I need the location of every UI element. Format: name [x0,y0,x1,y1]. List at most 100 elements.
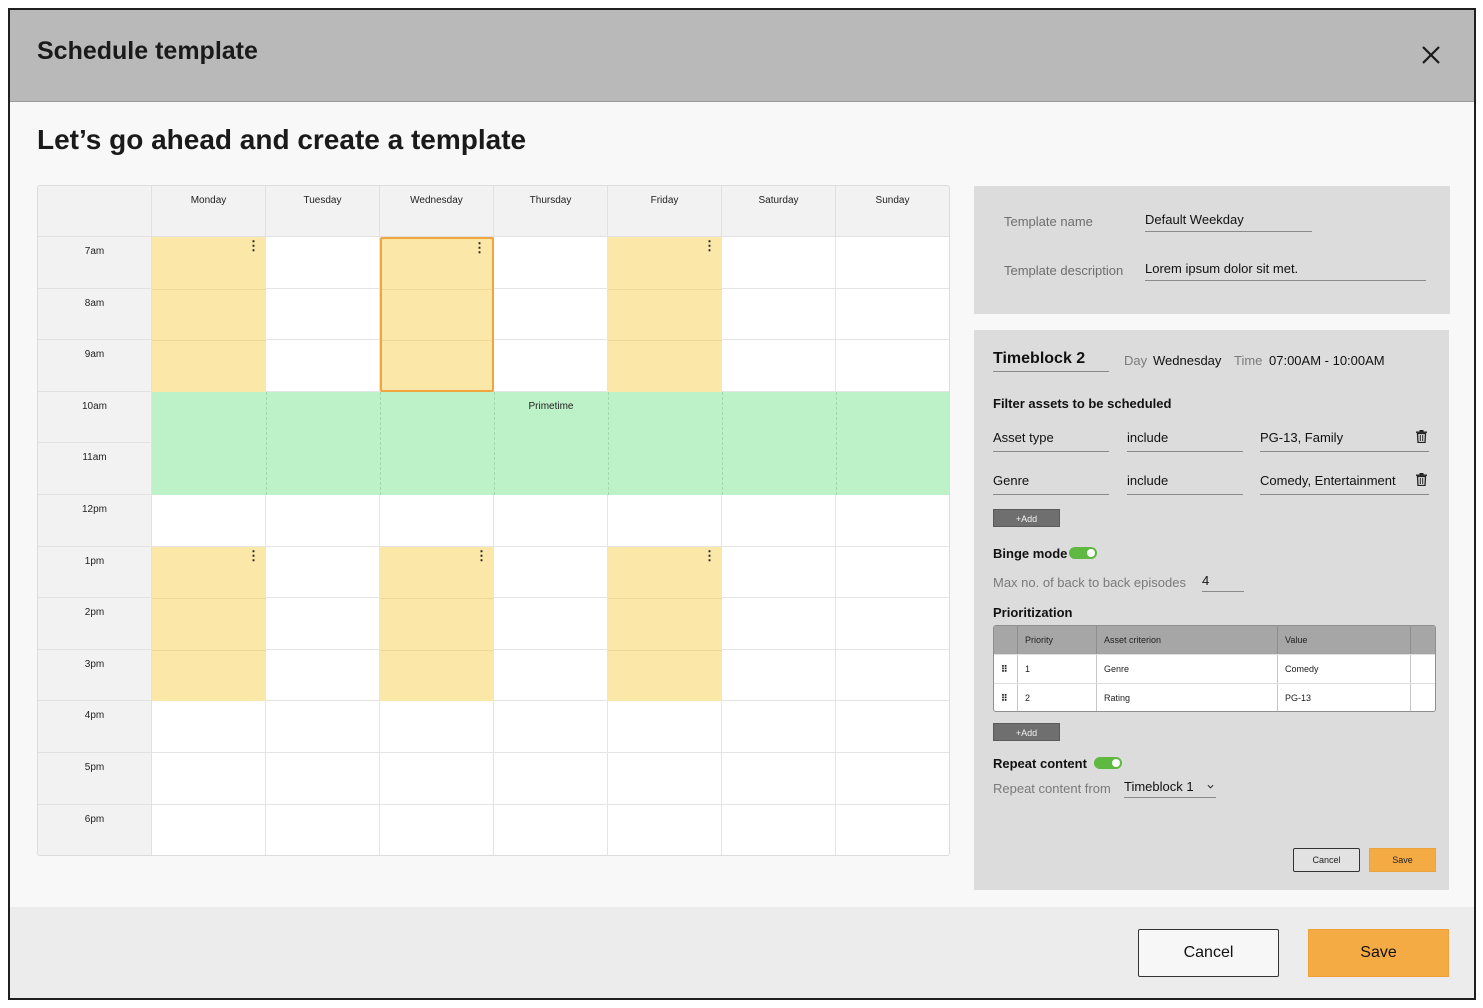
trash-icon[interactable] [1416,430,1427,443]
drag-handle-icon[interactable]: ⠿ [994,684,1018,711]
timeblock[interactable]: ⋮ [608,237,722,392]
more-options-icon[interactable]: ⋮ [703,549,716,562]
calendar-slot[interactable] [722,753,836,805]
add-priority-button[interactable]: +Add [993,723,1060,741]
calendar-slot[interactable] [380,753,494,805]
timeblock-title[interactable]: Timeblock 2 [993,350,1109,372]
timeblock[interactable]: ⋮ [608,546,722,702]
calendar-slot[interactable] [152,701,266,753]
block-divider [152,598,266,600]
calendar-slot[interactable] [494,649,608,702]
calendar-slot[interactable] [722,804,836,855]
template-name-input[interactable] [1145,212,1312,232]
filter-value-field[interactable]: PG-13, Family [1260,430,1429,452]
filter-value-field[interactable]: Comedy, Entertainment [1260,473,1429,495]
calendar-slot[interactable] [836,753,949,805]
calendar-slot[interactable] [494,288,608,341]
calendar-slot[interactable] [266,598,380,650]
filter-field-select[interactable]: Asset type [993,430,1109,452]
filter-operator-select[interactable]: include [1127,473,1243,495]
calendar-slot[interactable] [722,237,836,289]
calendar-slot[interactable] [494,546,608,599]
calendar-slot[interactable] [722,598,836,650]
calendar-slot[interactable] [836,340,949,392]
template-details-panel: Template name Template description [974,186,1450,314]
calendar-slot[interactable] [266,804,380,855]
timeblock[interactable]: ⋮ [380,546,494,702]
calendar-slot[interactable] [494,701,608,753]
cancel-button[interactable]: Cancel [1138,929,1279,977]
drag-handle-icon[interactable]: ⠿ [994,655,1018,683]
calendar-slot[interactable] [836,598,949,650]
more-options-icon[interactable]: ⋮ [475,549,488,562]
more-options-icon[interactable]: ⋮ [247,239,260,252]
close-icon[interactable] [1418,42,1444,68]
primetime-block[interactable]: Primetime [152,391,949,495]
template-description-input[interactable] [1145,261,1426,281]
calendar-slot[interactable] [380,804,494,855]
calendar-slot[interactable] [722,288,836,341]
calendar-slot[interactable] [266,753,380,805]
calendar-slot[interactable] [836,237,949,289]
block-divider [380,598,494,600]
timeblock[interactable]: ⋮ [152,546,266,702]
calendar-slot[interactable] [836,495,949,547]
add-filter-button[interactable]: +Add [993,509,1060,527]
trash-icon[interactable] [1416,473,1427,486]
calendar-slot[interactable] [152,804,266,855]
calendar-slot[interactable] [266,237,380,289]
more-options-icon[interactable]: ⋮ [247,549,260,562]
calendar-slot[interactable] [266,495,380,547]
calendar-slot[interactable] [266,340,380,392]
calendar-slot[interactable] [836,701,949,753]
calendar-slot[interactable] [722,546,836,599]
timeblock-save-button[interactable]: Save [1369,848,1436,872]
calendar-slot[interactable] [494,753,608,805]
repeat-content-toggle[interactable] [1094,757,1122,769]
save-button[interactable]: Save [1308,929,1449,977]
page-heading: Let’s go ahead and create a template [37,124,527,155]
calendar-slot[interactable] [722,495,836,547]
more-options-icon[interactable]: ⋮ [703,239,716,252]
calendar-slot[interactable] [266,288,380,341]
calendar-slot[interactable] [836,804,949,855]
timeblock-selected[interactable]: ⋮ [380,237,494,392]
timeblock-editor-panel: Timeblock 2 Day Wednesday Time 07:00AM -… [974,330,1449,890]
priority-cell: 1 [1018,655,1097,683]
calendar-slot[interactable] [608,804,722,855]
calendar-slot[interactable] [152,495,266,547]
calendar-slot[interactable] [266,649,380,702]
calendar-slot[interactable] [836,288,949,341]
calendar-slot[interactable] [608,753,722,805]
calendar-slot[interactable] [494,804,608,855]
timeblock-cancel-button[interactable]: Cancel [1293,848,1360,872]
calendar-slot[interactable] [722,649,836,702]
timeblock[interactable]: ⋮ [152,237,266,392]
calendar-slot[interactable] [494,495,608,547]
table-row[interactable]: ⠿ 1 Genre Comedy [994,654,1435,683]
filter-field-select[interactable]: Genre [993,473,1109,495]
calendar-slot[interactable] [722,701,836,753]
calendar-slot[interactable] [722,340,836,392]
filter-operator-select[interactable]: include [1127,430,1243,452]
calendar-slot[interactable] [494,598,608,650]
more-options-icon[interactable]: ⋮ [473,241,486,254]
day-value: Wednesday [1153,353,1222,368]
filter-assets-title: Filter assets to be scheduled [993,396,1172,411]
max-episodes-input[interactable]: 4 [1202,573,1244,592]
calendar-slot[interactable] [836,546,949,599]
calendar-slot[interactable] [380,495,494,547]
calendar-slot[interactable] [836,649,949,702]
calendar-slot[interactable] [608,495,722,547]
calendar-slot[interactable] [608,701,722,753]
calendar-slot[interactable] [266,546,380,599]
repeat-from-select[interactable]: Timeblock 1 [1124,779,1216,798]
calendar-slot[interactable] [494,237,608,289]
calendar-slot[interactable] [152,753,266,805]
binge-mode-toggle[interactable] [1069,547,1097,559]
day-label: Day [1124,353,1148,368]
table-row[interactable]: ⠿ 2 Rating PG-13 [994,683,1435,711]
calendar-slot[interactable] [380,701,494,753]
calendar-slot[interactable] [494,340,608,392]
calendar-slot[interactable] [266,701,380,753]
